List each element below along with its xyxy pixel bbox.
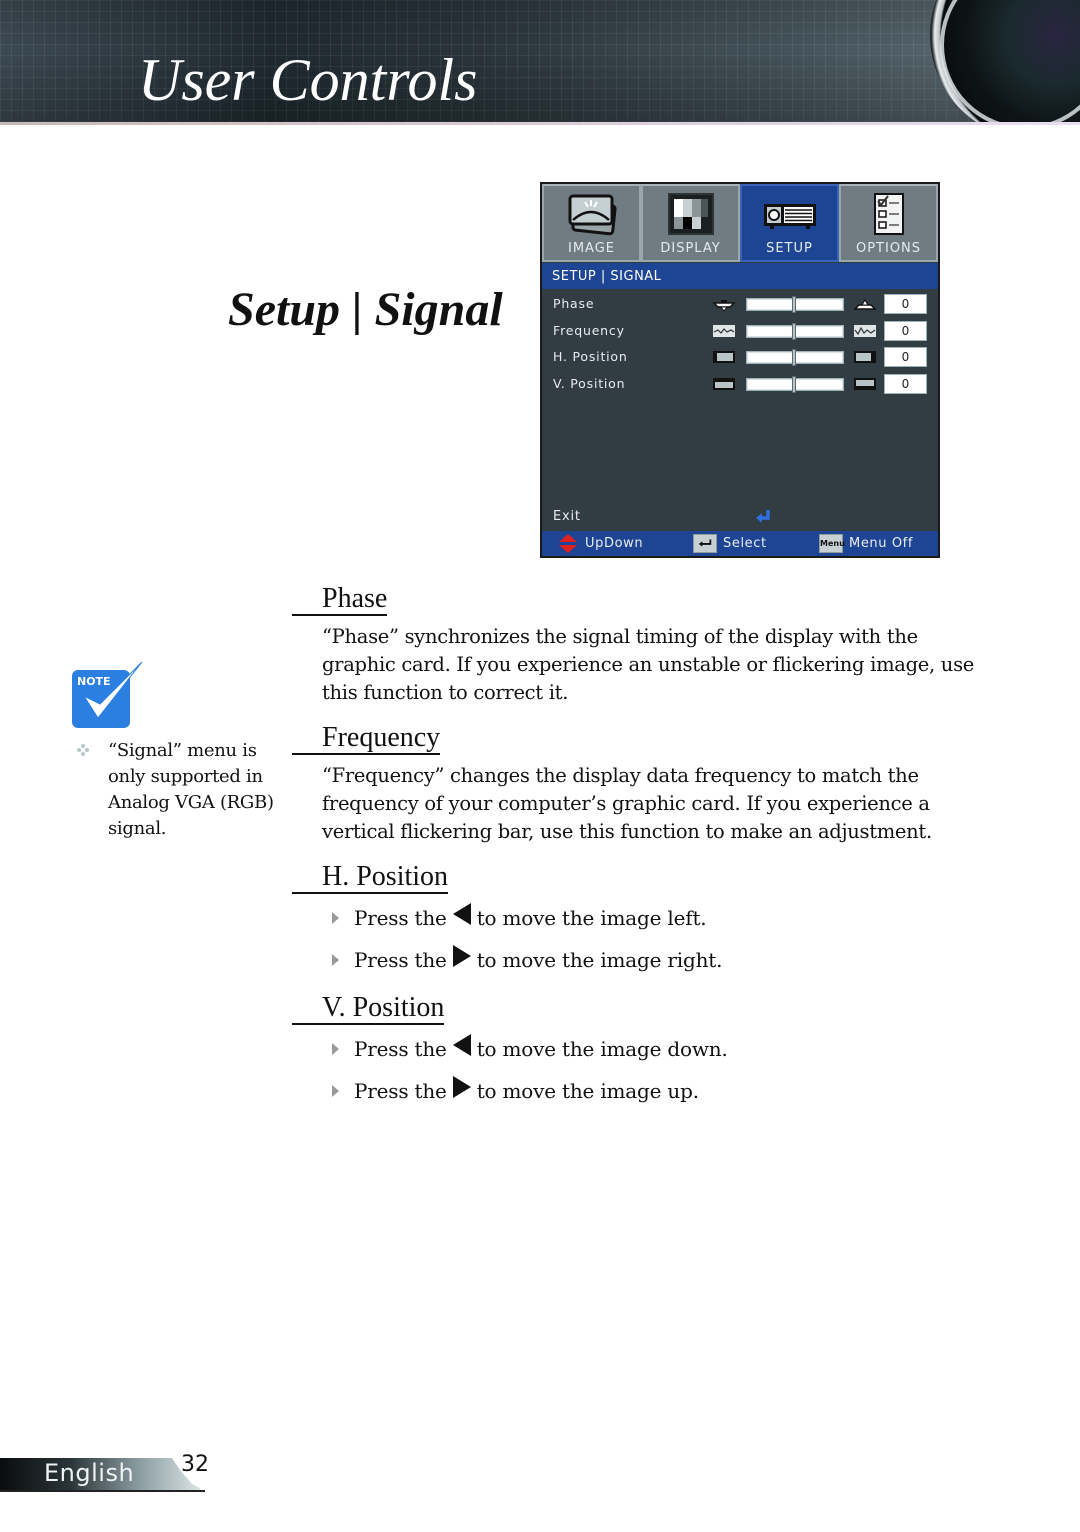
v-position-heading: V. Position bbox=[292, 993, 445, 1025]
bullet-triangle-icon bbox=[332, 954, 339, 966]
osd-row-label: Frequency bbox=[553, 322, 625, 338]
tab-setup-label: SETUP bbox=[766, 241, 813, 256]
osd-slider-thumb[interactable] bbox=[792, 322, 796, 340]
osd-slider[interactable] bbox=[746, 349, 844, 366]
tab-setup[interactable]: SETUP bbox=[740, 184, 839, 262]
osd-exit-item[interactable]: Exit bbox=[553, 509, 581, 524]
image-icon bbox=[568, 194, 617, 236]
osd-row-phase[interactable]: Phase 0 bbox=[542, 291, 938, 317]
osd-row-label: Phase bbox=[553, 296, 595, 311]
h-position-heading: H. Position bbox=[292, 862, 449, 894]
osd-row-label: V. Position bbox=[553, 375, 626, 391]
section-title: Setup | Signal bbox=[228, 283, 503, 336]
bullet-triangle-icon bbox=[332, 912, 339, 924]
page-number: 32 bbox=[181, 1452, 209, 1477]
menu-off-label: Menu Off bbox=[849, 536, 914, 551]
osd-footer-bar: UpDown Select Menu Menu Off bbox=[542, 531, 938, 556]
osd-breadcrumb: SETUP | SIGNAL bbox=[542, 263, 938, 289]
updown-label: UpDown bbox=[585, 536, 644, 551]
osd-slider[interactable] bbox=[746, 322, 844, 340]
updown-arrow-icon bbox=[559, 534, 577, 553]
enter-key-icon bbox=[693, 534, 717, 553]
tab-options[interactable]: OPTIONS bbox=[839, 184, 938, 262]
bullet-triangle-icon bbox=[332, 1085, 339, 1097]
osd-tab-bar: IMAGE DISPLAY SETUP OPTIONS bbox=[542, 184, 938, 262]
display-icon bbox=[667, 193, 714, 235]
frequency-description: “Frequency” changes the display data fre… bbox=[322, 764, 932, 843]
tab-options-label: OPTIONS bbox=[855, 241, 922, 256]
osd-slider[interactable] bbox=[746, 296, 844, 313]
note-checkmark-icon: NOTE bbox=[72, 662, 143, 728]
v-position-down-icon bbox=[713, 377, 735, 390]
osd-value-box: 0 bbox=[884, 320, 927, 341]
header-banner: User Controls bbox=[0, 0, 1080, 124]
select-label: Select bbox=[723, 536, 767, 551]
projector-icon bbox=[763, 204, 816, 229]
h-position-right-icon bbox=[854, 351, 876, 363]
phase-description: “Phase” synchronizes the signal timing o… bbox=[322, 625, 975, 704]
osd-row-v-position[interactable]: V. Position 0 bbox=[542, 371, 938, 397]
right-arrow-key-icon bbox=[452, 945, 471, 967]
menu-key-icon: Menu bbox=[819, 534, 845, 553]
frequency-heading: Frequency bbox=[292, 723, 441, 755]
frequency-low-icon bbox=[713, 324, 735, 337]
osd-menu-screenshot: IMAGE DISPLAY SETUP OPTIONS SETUP | SIGN… bbox=[540, 182, 940, 558]
osd-slider-thumb[interactable] bbox=[792, 375, 796, 393]
banner-divider bbox=[0, 122, 1080, 125]
osd-slider[interactable] bbox=[746, 375, 844, 393]
h-position-bullet-right: Press the to move the image right. bbox=[332, 945, 722, 972]
chapter-title: User Controls bbox=[138, 47, 478, 113]
h-position-left-icon bbox=[713, 351, 735, 363]
note-text: “Signal” menu is only supported in Analo… bbox=[108, 740, 274, 839]
osd-value-box: 0 bbox=[884, 347, 927, 367]
phase-low-icon bbox=[712, 300, 736, 311]
osd-row-label: H. Position bbox=[553, 349, 628, 364]
note-bullet-icon bbox=[77, 744, 89, 756]
tab-display[interactable]: DISPLAY bbox=[641, 184, 740, 262]
phase-heading: Phase bbox=[292, 584, 388, 616]
phase-high-icon bbox=[853, 299, 877, 310]
left-arrow-key-icon bbox=[452, 1034, 471, 1056]
osd-slider-thumb[interactable] bbox=[792, 349, 796, 366]
osd-value-box: 0 bbox=[884, 373, 927, 394]
osd-value-box: 0 bbox=[884, 294, 927, 314]
right-arrow-key-icon bbox=[452, 1076, 471, 1098]
v-position-bullet-down: Press the to move the image down. bbox=[332, 1034, 728, 1061]
osd-row-h-position[interactable]: H. Position 0 bbox=[542, 344, 938, 370]
page-footer: English 32 bbox=[0, 1452, 210, 1494]
enter-arrow-icon bbox=[756, 510, 770, 523]
v-position-bullet-up: Press the to move the image up. bbox=[332, 1076, 699, 1103]
tab-display-label: DISPLAY bbox=[660, 241, 721, 256]
osd-slider-thumb[interactable] bbox=[792, 296, 796, 313]
v-position-up-icon bbox=[854, 377, 876, 390]
footer-language: English bbox=[44, 1459, 135, 1487]
frequency-high-icon bbox=[854, 324, 876, 337]
tab-image-label: IMAGE bbox=[567, 241, 615, 256]
left-arrow-key-icon bbox=[452, 903, 471, 925]
checklist-icon bbox=[873, 193, 904, 235]
svg-text:NOTE: NOTE bbox=[77, 675, 111, 688]
h-position-bullet-left: Press the to move the image left. bbox=[332, 903, 707, 930]
bullet-triangle-icon bbox=[332, 1043, 339, 1055]
osd-row-frequency[interactable]: Frequency 0 bbox=[542, 318, 938, 344]
tab-image[interactable]: IMAGE bbox=[542, 184, 641, 262]
